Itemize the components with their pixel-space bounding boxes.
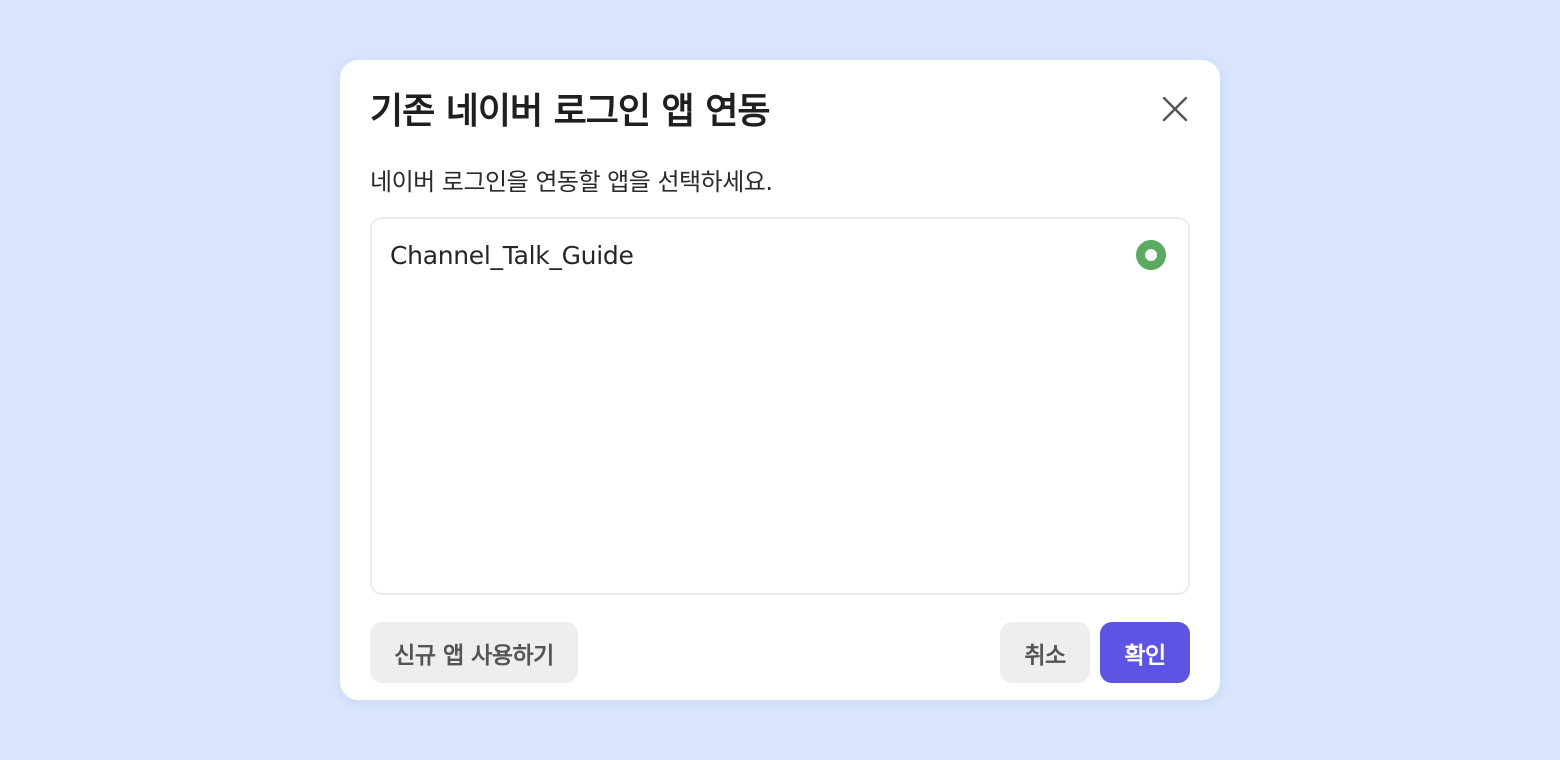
cancel-button[interactable]: 취소: [1000, 622, 1090, 683]
dialog-description: 네이버 로그인을 연동할 앱을 선택하세요.: [370, 168, 773, 196]
use-new-app-button[interactable]: 신규 앱 사용하기: [370, 622, 578, 683]
radio-selected-icon[interactable]: [1136, 240, 1166, 270]
close-icon: [1162, 96, 1188, 122]
radio-dot: [1145, 249, 1157, 261]
app-list-item[interactable]: Channel_Talk_Guide: [372, 219, 1188, 295]
confirm-button[interactable]: 확인: [1100, 622, 1190, 683]
naver-login-link-dialog: 기존 네이버 로그인 앱 연동 네이버 로그인을 연동할 앱을 선택하세요. C…: [340, 60, 1220, 700]
app-list: Channel_Talk_Guide: [370, 217, 1190, 595]
dialog-title: 기존 네이버 로그인 앱 연동: [370, 91, 770, 132]
app-name: Channel_Talk_Guide: [390, 241, 634, 270]
close-button[interactable]: [1162, 96, 1188, 122]
